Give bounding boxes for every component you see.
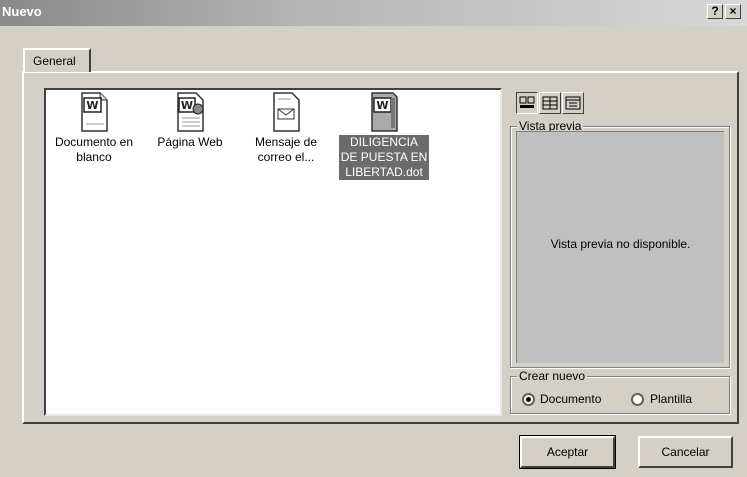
list-item-pagina-web[interactable]: W Página Web xyxy=(142,92,238,150)
svg-text:W: W xyxy=(86,99,98,112)
close-button[interactable]: × xyxy=(725,4,741,19)
large-icons-view-button[interactable] xyxy=(516,92,538,114)
tab-general-label: General xyxy=(33,54,76,68)
word-template-icon: W xyxy=(371,92,398,132)
list-item-mensaje-correo[interactable]: Mensaje de correo el... xyxy=(238,92,334,165)
cancel-button-label: Cancelar xyxy=(661,445,710,459)
accept-button[interactable]: Aceptar xyxy=(519,435,616,469)
accept-button-label: Aceptar xyxy=(546,445,589,459)
radio-documento[interactable] xyxy=(522,393,535,406)
list-view-button[interactable] xyxy=(539,92,561,114)
template-list[interactable]: W Documento en blanco W Página Web Mensa… xyxy=(44,88,502,416)
preview-area: Vista previa no disponible. xyxy=(516,131,724,363)
list-view-icon xyxy=(542,96,558,110)
large-icons-view-icon xyxy=(519,96,535,108)
radio-plantilla-label[interactable]: Plantilla xyxy=(650,392,692,406)
file-label: Documento en blanco xyxy=(54,135,134,164)
details-view-icon xyxy=(565,96,581,110)
help-button[interactable]: ? xyxy=(707,4,723,19)
web-page-icon: W xyxy=(177,92,204,132)
tab-general[interactable]: General xyxy=(23,48,91,72)
create-new-legend: Crear nuevo xyxy=(517,369,588,383)
window-title: Nuevo xyxy=(2,4,42,19)
radio-plantilla[interactable] xyxy=(631,393,644,406)
details-view-button[interactable] xyxy=(562,92,584,114)
file-label: Página Web xyxy=(157,135,223,149)
list-item-documento-en-blanco[interactable]: W Documento en blanco xyxy=(46,92,142,165)
radio-documento-label[interactable]: Documento xyxy=(540,392,601,406)
list-item-diligencia-template[interactable]: W DILIGENCIA DE PUESTA EN LIBERTAD.dot xyxy=(336,92,432,180)
preview-message: Vista previa no disponible. xyxy=(550,237,691,251)
close-icon: × xyxy=(729,4,737,18)
file-label: Mensaje de correo el... xyxy=(254,135,318,164)
title-bar[interactable]: Nuevo ? × xyxy=(0,0,747,26)
email-message-icon xyxy=(273,92,300,132)
word-document-icon: W xyxy=(81,92,108,132)
help-icon: ? xyxy=(711,4,719,18)
file-label-selected: DILIGENCIA DE PUESTA EN LIBERTAD.dot xyxy=(338,135,430,180)
svg-text:W: W xyxy=(181,99,193,112)
svg-text:W: W xyxy=(376,99,388,112)
cancel-button[interactable]: Cancelar xyxy=(638,436,733,468)
